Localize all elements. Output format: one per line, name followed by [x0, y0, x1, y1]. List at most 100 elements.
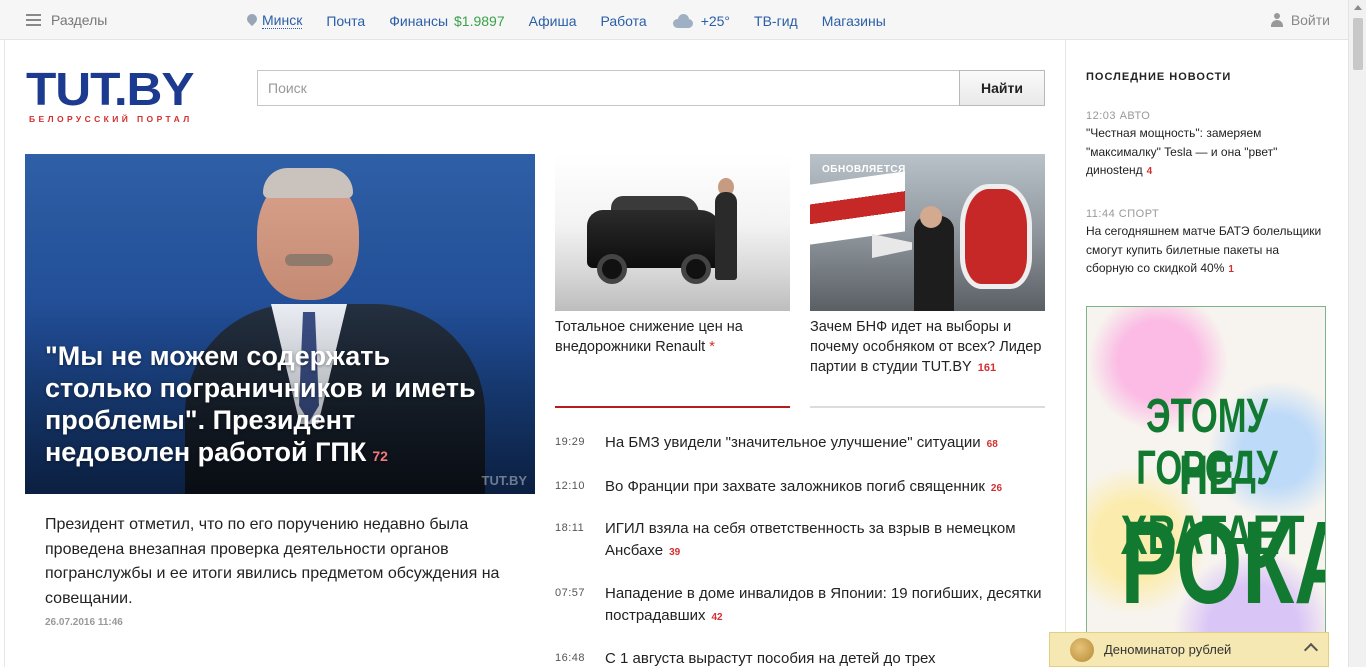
scrollbar-thumb[interactable]: [1353, 18, 1363, 70]
top-nav: Минск Почта Финансы $1.9897 Афиша Работа …: [247, 12, 910, 29]
feed-item[interactable]: 16:48 С 1 августа вырастут пособия на де…: [555, 648, 1045, 667]
feed-comment-count: 42: [711, 612, 723, 623]
latest-news-time: 11:44: [1086, 208, 1116, 220]
white-red-flag: [810, 171, 905, 245]
man-figure: [715, 192, 737, 280]
city-link[interactable]: Минск: [262, 12, 303, 29]
hero-photo-hair: [263, 168, 353, 198]
ad-banner[interactable]: ЭТОМУ ГОРОДУ НЕ ХВАТАЕТ РОКА: [1086, 306, 1326, 667]
search-form: Найти: [257, 70, 1045, 106]
latest-news-headline: "Честная мощность": замеряем "максималку…: [1086, 126, 1278, 177]
scroll-up-icon[interactable]: [1354, 5, 1362, 10]
ad-line-3: РОКА: [1120, 497, 1325, 629]
chevron-up-icon[interactable]: [1303, 642, 1319, 658]
hero-photo-mustache: [285, 254, 333, 266]
latest-news-rubric: СПОРТ: [1118, 208, 1160, 220]
nav-mail[interactable]: Почта: [326, 13, 365, 29]
story-card-title[interactable]: Тотальное снижение цен на внедорожники R…: [555, 317, 790, 357]
feed-comment-count: 39: [669, 547, 681, 558]
story-card-comment-count: 161: [977, 362, 997, 374]
city-selector[interactable]: Минск: [247, 12, 303, 29]
latest-news-rubric: АВТО: [1119, 110, 1151, 122]
search-input[interactable]: [257, 70, 959, 106]
feed-time: 18:11: [555, 522, 585, 534]
denominator-widget[interactable]: Деноминатор рублей: [1049, 632, 1329, 667]
latest-news-meta: 12:03 АВТО: [1086, 110, 1326, 122]
main-story-comment-count: 72: [372, 448, 388, 464]
card-underline-grey: [810, 406, 1045, 408]
scrollbar[interactable]: [1348, 0, 1366, 667]
feed-item[interactable]: 19:29 На БМЗ увидели "значительное улучш…: [555, 432, 1045, 476]
nav-tv[interactable]: ТВ-гид: [754, 13, 798, 29]
nav-shops[interactable]: Магазины: [822, 13, 886, 29]
photo-watermark: TUT.BY: [481, 473, 528, 488]
main-story[interactable]: "Мы не можем содержать столько пограничн…: [25, 154, 535, 494]
latest-news-comment-count: 4: [1146, 166, 1153, 177]
feed-text: ИГИЛ взяла на себя ответственность за вз…: [605, 518, 1045, 583]
logo-mark-domain: .BY: [113, 63, 195, 115]
nav-afisha[interactable]: Афиша: [529, 13, 577, 29]
feed-text: На БМЗ увидели "значительное улучшение" …: [605, 432, 998, 476]
latest-news-item[interactable]: 12:03 АВТО "Честная мощность": замеряем …: [1086, 110, 1326, 182]
weather-temp: +25°: [700, 12, 731, 29]
speaker-figure: [914, 216, 954, 311]
feed-headline: Во Франции при захвате заложников погиб …: [605, 478, 985, 495]
updating-badge: ОБНОВЛЯЕТСЯ: [822, 164, 906, 175]
main-story-date: 26.07.2016 11:46: [45, 617, 123, 628]
nav-jobs[interactable]: Работа: [600, 13, 646, 29]
location-pin-icon: [247, 14, 257, 28]
story-card-renault[interactable]: Тотальное снижение цен на внедорожники R…: [555, 154, 790, 357]
feed-time: 12:10: [555, 480, 586, 492]
logo-tagline: БЕЛОРУССКИЙ ПОРТАЛ: [29, 114, 193, 124]
weather-widget[interactable]: +25°: [671, 13, 730, 29]
megaphone-icon: [872, 234, 912, 258]
main-story-headline[interactable]: "Мы не можем содержать столько пограничн…: [45, 340, 485, 472]
latest-news-text: "Честная мощность": замеряем "максималку…: [1086, 124, 1326, 182]
nav-finance-label[interactable]: Финансы: [389, 13, 448, 29]
login-label: Войти: [1290, 12, 1330, 28]
news-feed: 19:29 На БМЗ увидели "значительное улучш…: [555, 432, 1045, 667]
logo-mark-main: TUT: [26, 63, 115, 115]
feed-item[interactable]: 07:57 Нападение в доме инвалидов в Япони…: [555, 583, 1045, 648]
latest-news-item[interactable]: 11:44 СПОРТ На сегодняшнем матче БАТЭ бо…: [1086, 208, 1326, 280]
feed-item[interactable]: 18:11 ИГИЛ взяла на себя ответственность…: [555, 518, 1045, 583]
latest-news-headline: На сегодняшнем матче БАТЭ болельщики смо…: [1086, 224, 1322, 275]
promo-marker: *: [709, 339, 715, 355]
main-story-headline-text: "Мы не можем содержать столько пограничн…: [45, 341, 476, 467]
feed-time: 19:29: [555, 436, 586, 448]
feed-time: 16:48: [555, 652, 586, 664]
logo-mark: TUT.BY: [26, 66, 253, 112]
feed-item[interactable]: 12:10 Во Франции при захвате заложников …: [555, 476, 1045, 518]
login-button[interactable]: Войти: [1270, 12, 1330, 28]
menu-icon: [26, 14, 41, 26]
latest-news-comment-count: 1: [1228, 264, 1234, 275]
story-card-bnf[interactable]: ОБНОВЛЯЕТСЯ Зачем БНФ идет на выборы и п…: [810, 154, 1045, 378]
feed-text: Во Франции при захвате заложников погиб …: [605, 476, 1002, 518]
main-story-lead: Президент отметил, что по его поручению …: [45, 516, 500, 607]
feed-headline: С 1 августа вырастут пособия на детей до…: [605, 650, 936, 667]
sections-menu-button[interactable]: Разделы: [26, 12, 107, 28]
latest-news-meta: 11:44 СПОРТ: [1086, 208, 1326, 220]
suv-wheel: [597, 254, 627, 284]
denominator-label: Деноминатор рублей: [1104, 642, 1232, 657]
sections-label: Разделы: [51, 12, 108, 28]
card-underline-red: [555, 406, 790, 408]
column-divider: [1065, 40, 1066, 667]
story-card-title[interactable]: Зачем БНФ идет на выборы и почему особня…: [810, 317, 1045, 378]
feed-text: Нападение в доме инвалидов в Японии: 19 …: [605, 583, 1045, 648]
nav-finance[interactable]: Финансы $1.9897: [389, 13, 504, 29]
page: Разделы Минск Почта Финансы $1.9897 Афиша…: [0, 0, 1366, 667]
search-button[interactable]: Найти: [959, 70, 1045, 106]
latest-news-text: На сегодняшнем матче БАТЭ болельщики смо…: [1086, 222, 1326, 280]
feed-comment-count: 68: [986, 439, 998, 450]
feed-headline: ИГИЛ взяла на себя ответственность за вз…: [605, 520, 1016, 559]
story-image-suv: [555, 154, 790, 311]
top-bar: Разделы Минск Почта Финансы $1.9897 Афиша…: [0, 0, 1348, 40]
emblem-banner: [960, 184, 1032, 289]
story-image-rally: ОБНОВЛЯЕТСЯ: [810, 154, 1045, 311]
feed-headline: На БМЗ увидели "значительное улучшение" …: [605, 434, 981, 451]
feed-text: С 1 августа вырастут пособия на детей до…: [605, 648, 936, 667]
site-logo[interactable]: TUT.BY БЕЛОРУССКИЙ ПОРТАЛ: [26, 66, 236, 128]
feed-comment-count: 26: [990, 483, 1003, 494]
left-border: [4, 40, 5, 667]
